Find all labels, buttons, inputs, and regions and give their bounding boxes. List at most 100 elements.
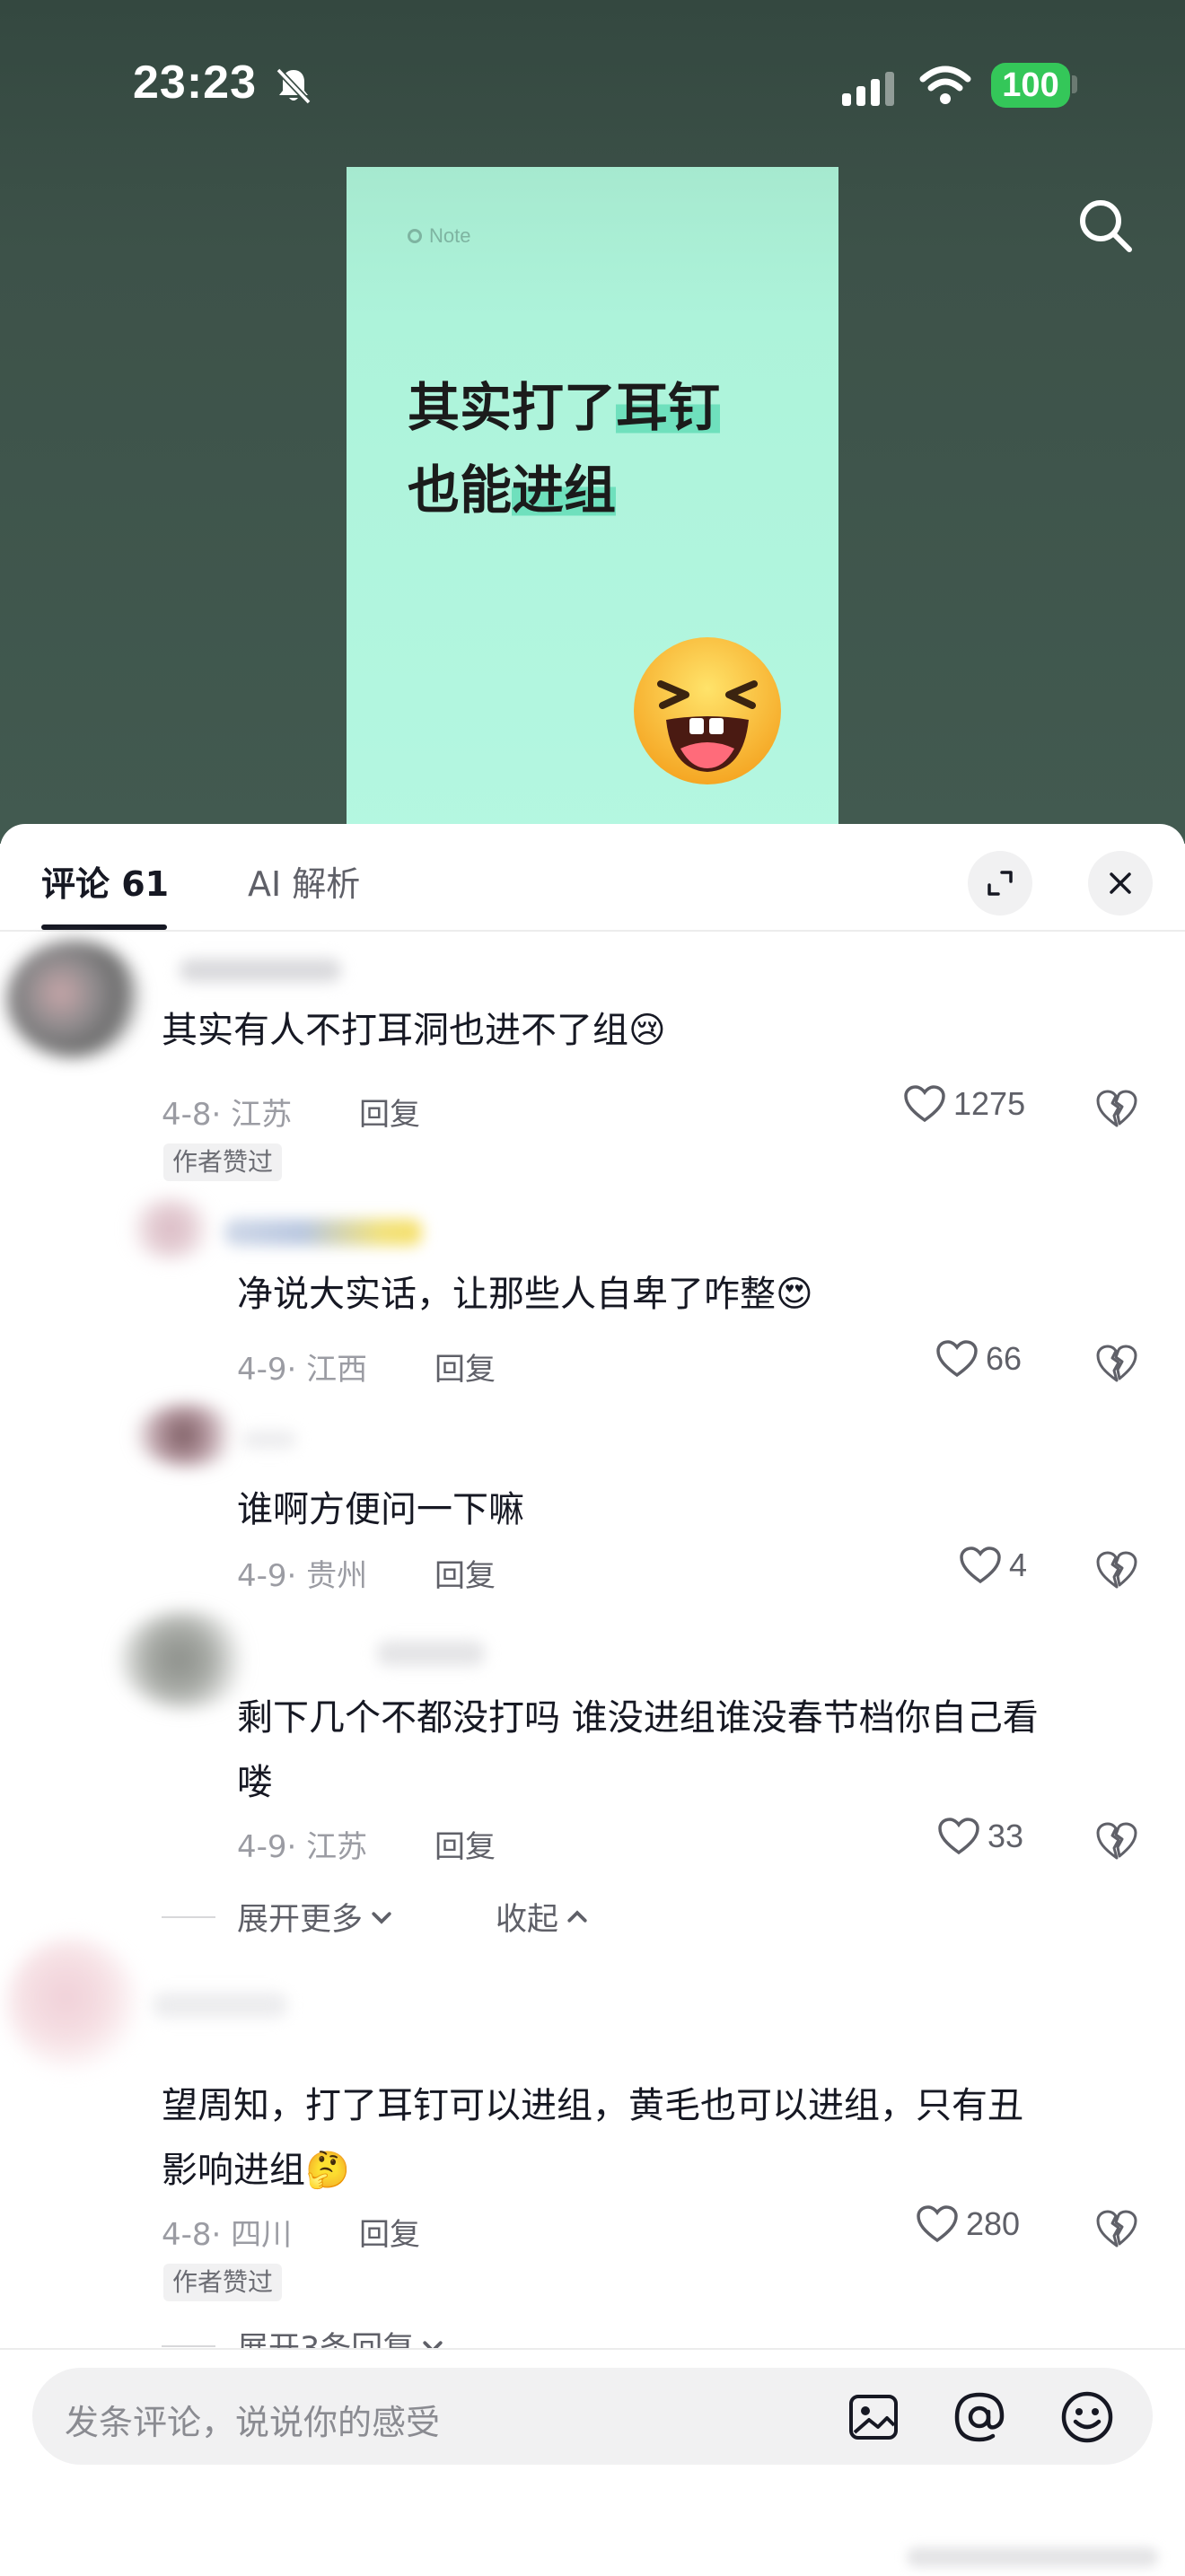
image-icon[interactable] bbox=[846, 2389, 901, 2445]
dislike-broken-heart-icon[interactable] bbox=[1095, 1343, 1138, 1384]
comment-text-line: 剩下几个不都没打吗 谁没进组谁没春节档你自己看 bbox=[237, 1697, 1039, 1739]
like-count: 280 bbox=[966, 2205, 1021, 2242]
status-time: 23:23 bbox=[133, 57, 257, 109]
comment-text-body: 净说大实话，让那些人自卑了咋整 bbox=[237, 1274, 776, 1315]
like-button[interactable]: 4 bbox=[959, 1546, 1027, 1585]
like-button[interactable]: 280 bbox=[916, 2204, 1020, 2244]
reply-button[interactable]: 回复 bbox=[434, 1822, 496, 1866]
expand-icon bbox=[988, 871, 1013, 896]
search-icon[interactable] bbox=[1074, 194, 1137, 257]
expand-more-button[interactable]: 展开更多 bbox=[237, 1894, 363, 1940]
like-button[interactable]: 1275 bbox=[903, 1084, 1025, 1124]
chevron-down-icon bbox=[372, 1911, 391, 1924]
tab-comments[interactable]: 评论 61 bbox=[41, 856, 169, 906]
avatar[interactable] bbox=[135, 1404, 242, 1467]
comment-text-line: 喽 bbox=[237, 1762, 273, 1803]
heart-icon bbox=[938, 1818, 979, 1855]
like-count: 4 bbox=[1009, 1546, 1028, 1583]
username[interactable] bbox=[224, 1219, 422, 1246]
collapse-button[interactable]: 收起 bbox=[496, 1894, 558, 1940]
thinking-emoji-icon: 🤔 bbox=[305, 2150, 350, 2191]
reply-button[interactable]: 回复 bbox=[359, 1090, 420, 1134]
comment-input-bar: 发条评论，说说你的感受 bbox=[0, 2348, 1185, 2576]
comment-text-line: 影响进组🤔 bbox=[162, 2138, 1131, 2203]
tab-ai-analysis[interactable]: AI 解析 bbox=[248, 856, 360, 906]
battery-indicator: 100 bbox=[991, 63, 1070, 108]
username[interactable] bbox=[153, 1993, 287, 2018]
wifi-icon bbox=[919, 66, 971, 104]
close-icon bbox=[1110, 872, 1131, 894]
battery-cap bbox=[1072, 75, 1077, 93]
video-background: 23:23 100 Note 其实打了耳钉 也能进组 bbox=[0, 0, 1185, 849]
comment-date: 4-9· 江西 bbox=[237, 1352, 368, 1388]
heart-icon bbox=[904, 1085, 945, 1123]
tabbar-divider bbox=[0, 930, 1185, 932]
comment-text[interactable]: 剩下几个不都没打吗 谁没进组谁没春节档你自己看 喽 bbox=[237, 1686, 1135, 1815]
author-liked-badge: 作者赞过 bbox=[163, 2264, 283, 2301]
like-count: 33 bbox=[988, 1818, 1024, 1854]
comment-text[interactable]: 净说大实话，让那些人自卑了咋整😍 bbox=[237, 1262, 813, 1327]
heart-icon bbox=[917, 2205, 958, 2243]
collapse-row[interactable]: 收起 bbox=[496, 1894, 591, 1940]
avatar[interactable] bbox=[7, 941, 142, 1057]
mention-icon[interactable] bbox=[952, 2389, 1007, 2445]
username[interactable] bbox=[180, 959, 341, 982]
status-bar: 23:23 100 bbox=[0, 0, 1185, 180]
avatar[interactable] bbox=[5, 1937, 140, 2072]
thread-dash bbox=[162, 1915, 215, 1918]
dislike-broken-heart-icon[interactable] bbox=[1095, 1088, 1138, 1129]
headline-line-2: 也能进组 bbox=[408, 449, 830, 531]
headline-highlight: 进组 bbox=[512, 460, 617, 521]
headline-text: 也能 bbox=[408, 460, 513, 521]
comment-input-placeholder: 发条评论，说说你的感受 bbox=[65, 2403, 441, 2442]
avatar[interactable] bbox=[118, 1610, 253, 1709]
headline-line-1: 其实打了耳钉 bbox=[408, 366, 830, 449]
like-button[interactable]: 33 bbox=[937, 1817, 1023, 1856]
note-headline: 其实打了耳钉 也能进组 bbox=[408, 366, 830, 531]
emoji-icon[interactable] bbox=[1059, 2389, 1115, 2445]
dislike-broken-heart-icon[interactable] bbox=[1095, 1820, 1138, 1862]
chevron-up-icon bbox=[567, 1909, 587, 1923]
expand-button[interactable] bbox=[968, 851, 1032, 916]
comment-date: 4-9· 江苏 bbox=[237, 1829, 368, 1865]
headline-text: 其实打了 bbox=[408, 377, 617, 438]
comment-text[interactable]: 其实有人不打耳洞也进不了组😢 bbox=[162, 998, 666, 1063]
comment-date: 4-9· 贵州 bbox=[237, 1558, 368, 1594]
home-indicator bbox=[907, 2547, 1158, 2567]
headline-highlight: 耳钉 bbox=[616, 377, 721, 438]
note-label-text: Note bbox=[429, 224, 471, 247]
crying-emoji-icon: 😢 bbox=[628, 1010, 666, 1051]
comment-text[interactable]: 谁啊方便问一下嘛 bbox=[237, 1477, 524, 1542]
username[interactable] bbox=[377, 1641, 485, 1666]
comment-text-body: 其实有人不打耳洞也进不了组 bbox=[162, 1010, 628, 1051]
expand-more-row[interactable]: 展开更多 bbox=[162, 1894, 395, 1940]
heart-icon bbox=[936, 1340, 978, 1378]
comments-sheet: 评论 61 AI 解析 其实有人不打耳洞也进不了组😢 4-8· 江苏 回复 12… bbox=[0, 824, 1185, 2576]
comment-text-body: 影响进组 bbox=[162, 2150, 305, 2191]
reply-button[interactable]: 回复 bbox=[434, 1551, 496, 1595]
dislike-broken-heart-icon[interactable] bbox=[1095, 1549, 1138, 1590]
comment-date: 4-8· 四川 bbox=[162, 2217, 293, 2253]
reply-button[interactable]: 回复 bbox=[434, 1345, 496, 1389]
heart-eyes-emoji-icon: 😍 bbox=[776, 1274, 813, 1315]
dislike-broken-heart-icon[interactable] bbox=[1095, 2208, 1138, 2249]
close-button[interactable] bbox=[1088, 851, 1153, 916]
laughing-emoji-icon bbox=[634, 637, 781, 784]
comments-tabbar: 评论 61 AI 解析 bbox=[0, 824, 1185, 930]
avatar[interactable] bbox=[126, 1197, 215, 1260]
comment-text-line: 望周知，打了耳钉可以进组，黄毛也可以进组，只有丑 bbox=[162, 2085, 1023, 2126]
like-button[interactable]: 66 bbox=[935, 1339, 1022, 1379]
heart-icon bbox=[960, 1546, 1001, 1584]
note-circle-icon bbox=[408, 229, 422, 243]
comment-date: 4-8· 江苏 bbox=[162, 1097, 293, 1133]
thread-dash bbox=[162, 2344, 215, 2347]
cellular-signal-icon bbox=[842, 72, 894, 106]
like-count: 1275 bbox=[953, 1085, 1026, 1122]
comment-input[interactable]: 发条评论，说说你的感受 bbox=[32, 2368, 1153, 2465]
username[interactable] bbox=[242, 1431, 296, 1449]
note-card[interactable]: Note 其实打了耳钉 也能进组 bbox=[347, 167, 838, 849]
like-count: 66 bbox=[986, 1340, 1023, 1377]
comment-text[interactable]: 望周知，打了耳钉可以进组，黄毛也可以进组，只有丑 影响进组🤔 bbox=[162, 2073, 1131, 2203]
reply-button[interactable]: 回复 bbox=[359, 2210, 420, 2254]
author-liked-badge: 作者赞过 bbox=[163, 1143, 283, 1181]
